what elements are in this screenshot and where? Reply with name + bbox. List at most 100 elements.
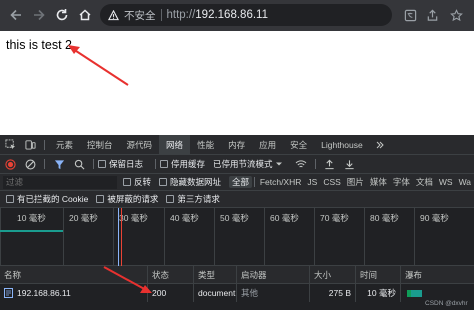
tab-application[interactable]: 应用	[252, 135, 283, 154]
throttling-label: 已停用节流模式	[213, 159, 273, 169]
blocked-requests-label: 被屏蔽的请求	[107, 194, 159, 204]
filter-type-ws[interactable]: WS	[436, 177, 456, 187]
timeline-request-bar	[0, 230, 63, 232]
hide-data-urls-label: 隐藏数据网址	[170, 177, 222, 187]
tab-console[interactable]: 控制台	[80, 135, 120, 154]
invert-label: 反转	[134, 177, 152, 187]
devtools-panel: 元素 控制台 源代码 网络 性能 内存 应用 安全 Lighthouse 保留日…	[0, 135, 474, 310]
reload-button[interactable]	[52, 5, 72, 25]
tick-label: 50 毫秒	[220, 213, 249, 223]
web-page: this is test 2	[0, 31, 474, 135]
timeline-tick: 40 毫秒	[164, 208, 199, 266]
timeline-overview[interactable]: 10 毫秒 20 毫秒 30 毫秒 40 毫秒 50 毫秒 60 毫秒 70 毫…	[0, 208, 474, 266]
divider	[314, 159, 316, 169]
annotation-arrow-icon	[68, 45, 129, 86]
star-icon	[449, 8, 463, 21]
hide-data-urls-checkbox[interactable]: 隐藏数据网址	[159, 176, 221, 188]
import-har-button[interactable]	[323, 157, 337, 171]
tick-label: 30 毫秒	[119, 213, 148, 223]
blocked-cookies-label: 有已拦截的 Cookie	[17, 194, 89, 204]
forward-arrow-icon	[34, 9, 45, 21]
export-har-button[interactable]	[343, 157, 357, 171]
clear-button[interactable]	[23, 157, 37, 171]
requests-table-body: 192.168.86.11 200 document 其他 275 B 10 毫…	[0, 284, 474, 310]
translate-button[interactable]	[400, 5, 420, 25]
blocked-cookies-checkbox[interactable]: 有已拦截的 Cookie	[6, 193, 88, 205]
reload-icon	[56, 9, 68, 21]
third-party-checkbox[interactable]: 第三方请求	[166, 193, 220, 205]
tab-network[interactable]: 网络	[159, 135, 191, 154]
checkbox-box	[123, 178, 132, 186]
tab-security[interactable]: 安全	[283, 135, 314, 154]
waterfall-bar-download	[411, 289, 422, 297]
wifi-icon	[295, 159, 306, 167]
tab-elements[interactable]: 元素	[49, 135, 80, 154]
filter-bar: 反转 隐藏数据网址 全部 Fetch/XHR JS CSS 图片 媒体 字体 文…	[0, 174, 474, 191]
tab-performance[interactable]: 性能	[190, 135, 221, 154]
home-icon	[79, 9, 91, 21]
blocked-requests-checkbox[interactable]: 被屏蔽的请求	[96, 193, 158, 205]
disable-cache-checkbox[interactable]: 停用缓存	[160, 158, 205, 170]
home-button[interactable]	[75, 5, 95, 25]
device-toggle-button[interactable]	[23, 138, 37, 152]
forward-button[interactable]	[29, 5, 49, 25]
checkbox-box	[96, 195, 105, 203]
column-header-waterfall[interactable]: 瀑布	[401, 266, 474, 284]
requests-table-header: 名称 状态 类型 启动器 大小 时间 瀑布	[0, 266, 474, 284]
timeline-tick: 20 毫秒	[63, 208, 98, 266]
filter-type-doc[interactable]: 文档	[413, 176, 436, 188]
back-button[interactable]	[6, 5, 26, 25]
checkbox-box	[98, 160, 106, 168]
inspect-icon	[4, 139, 15, 150]
cell-type: document	[194, 284, 237, 302]
filter-type-all[interactable]: 全部	[229, 176, 253, 188]
tab-sources[interactable]: 源代码	[120, 135, 160, 154]
tick-label: 80 毫秒	[370, 213, 399, 223]
column-header-size[interactable]: 大小	[310, 266, 356, 284]
translate-icon	[404, 9, 416, 21]
filter-type-media[interactable]: 媒体	[367, 176, 390, 188]
checkbox-box	[159, 178, 168, 186]
request-options-bar: 有已拦截的 Cookie 被屏蔽的请求 第三方请求	[0, 191, 474, 208]
divider	[160, 9, 162, 21]
throttling-select[interactable]: 已停用节流模式	[213, 158, 283, 170]
preserve-log-checkbox[interactable]: 保留日志	[98, 158, 143, 170]
invert-checkbox[interactable]: 反转	[123, 176, 151, 188]
tab-memory[interactable]: 内存	[221, 135, 252, 154]
cell-time: 10 毫秒	[356, 284, 401, 302]
download-icon	[345, 159, 354, 169]
tick-label: 20 毫秒	[69, 213, 98, 223]
filter-icon	[54, 159, 64, 169]
preserve-log-label: 保留日志	[109, 159, 144, 169]
filter-input[interactable]	[3, 175, 117, 189]
search-button[interactable]	[72, 157, 86, 171]
divider	[44, 159, 45, 169]
bookmark-button[interactable]	[446, 5, 466, 25]
filter-type-font[interactable]: 字体	[390, 176, 413, 188]
share-button[interactable]	[422, 5, 442, 25]
network-conditions-button[interactable]	[294, 157, 308, 171]
table-row[interactable]: 192.168.86.11 200 document 其他 275 B 10 毫…	[0, 284, 474, 302]
filter-type-wasm[interactable]: Wa	[456, 177, 474, 187]
devtools-tabbar: 元素 控制台 源代码 网络 性能 内存 应用 安全 Lighthouse	[0, 135, 474, 155]
filter-type-js[interactable]: JS	[304, 177, 320, 187]
column-header-time[interactable]: 时间	[356, 266, 401, 284]
url-text: http://192.168.86.11	[167, 9, 268, 21]
checkbox-box	[6, 195, 14, 203]
tab-lighthouse[interactable]: Lighthouse	[314, 135, 370, 154]
filter-type-css[interactable]: CSS	[320, 177, 343, 187]
filter-type-fetch-xhr[interactable]: Fetch/XHR	[257, 177, 305, 187]
search-icon	[74, 159, 84, 169]
record-button[interactable]	[3, 157, 17, 171]
more-tabs-button[interactable]	[373, 138, 387, 152]
network-toolbar: 保留日志 停用缓存 已停用节流模式	[0, 155, 474, 174]
device-icon	[24, 140, 36, 150]
address-bar[interactable]: 不安全 http://192.168.86.11	[100, 4, 392, 26]
column-header-initiator[interactable]: 启动器	[237, 266, 310, 284]
filter-toggle-button[interactable]	[52, 157, 66, 171]
checkbox-box	[160, 160, 169, 168]
column-header-type[interactable]: 类型	[194, 266, 237, 284]
inspect-element-button[interactable]	[3, 138, 17, 152]
timeline-tick: 70 毫秒	[314, 208, 349, 266]
filter-type-img[interactable]: 图片	[344, 176, 367, 188]
